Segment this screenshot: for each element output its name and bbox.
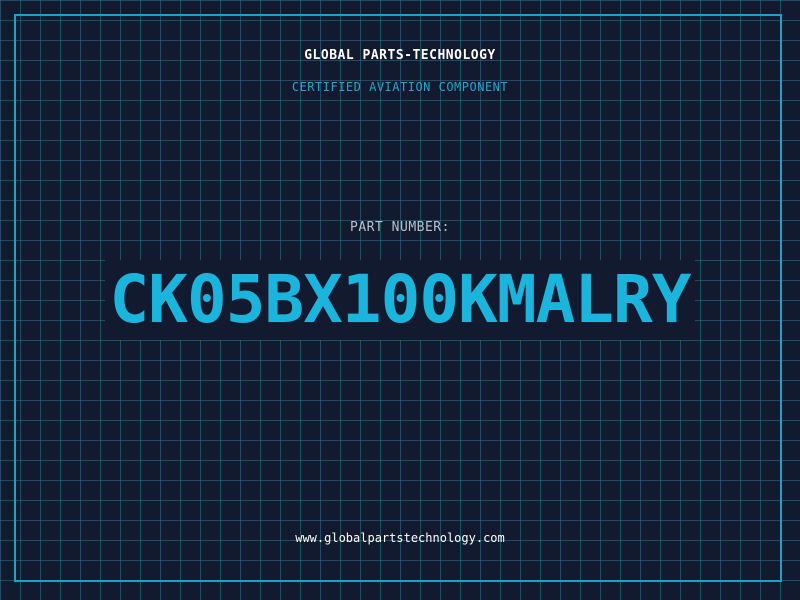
part-number-value: CK05BX100KMALRY	[105, 260, 695, 340]
part-number-label: PART NUMBER:	[350, 220, 450, 235]
part-card: GLOBAL PARTS-TECHNOLOGY CERTIFIED AVIATI…	[0, 0, 800, 600]
company-name: GLOBAL PARTS-TECHNOLOGY	[304, 48, 496, 63]
certification-tagline: CERTIFIED AVIATION COMPONENT	[291, 80, 509, 94]
website-url: www.globalpartstechnology.com	[295, 531, 505, 545]
part-number-container: CK05BX100KMALRY	[0, 256, 800, 344]
